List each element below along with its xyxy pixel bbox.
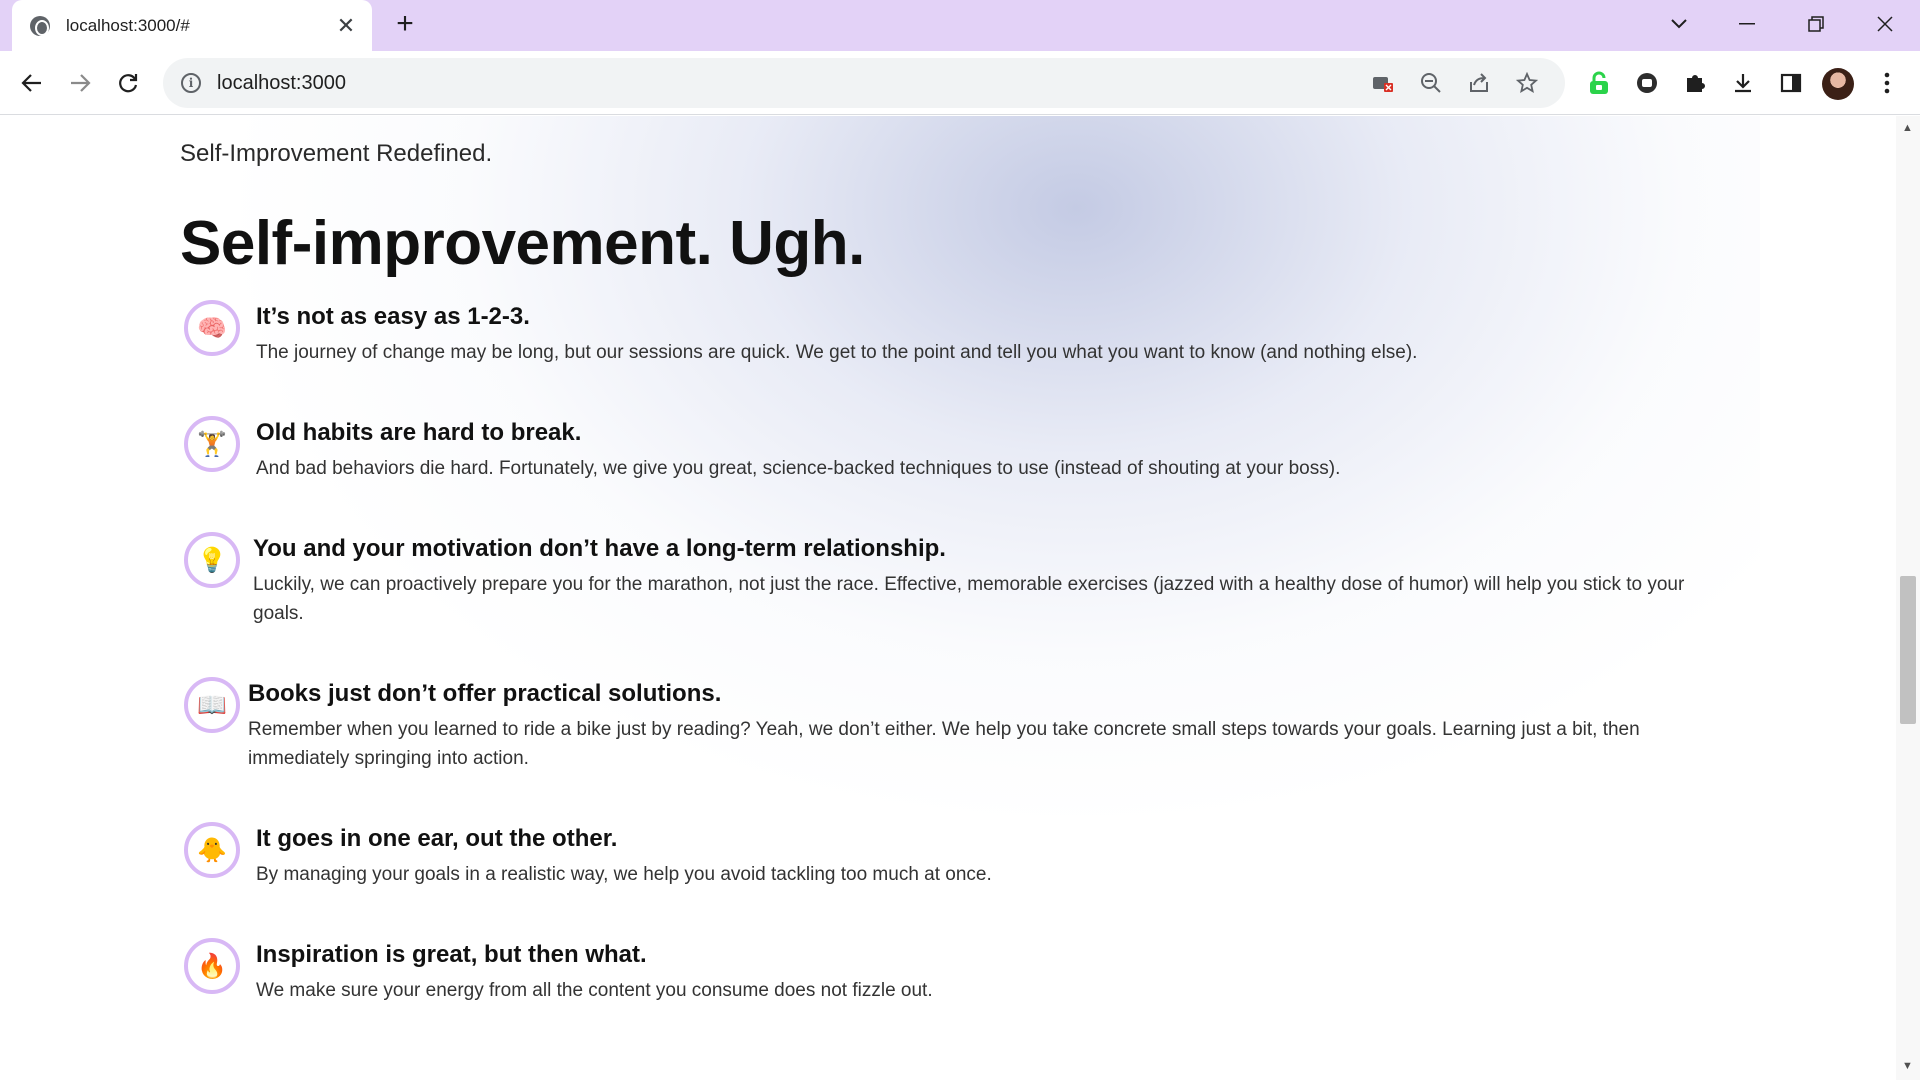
- item-title: Books just don’t offer practical solutio…: [248, 680, 722, 707]
- camera-off-icon[interactable]: [1363, 63, 1403, 103]
- item-title: Inspiration is great, but then what.: [256, 941, 647, 968]
- forward-button[interactable]: [62, 65, 98, 101]
- restore-icon: [1808, 16, 1824, 32]
- url-text[interactable]: localhost:3000: [217, 72, 1355, 95]
- page-scrollbar[interactable]: ▲ ▼: [1896, 116, 1920, 1080]
- page-headline: Self-improvement. Ugh.: [180, 209, 865, 278]
- reload-icon: [119, 74, 138, 93]
- item-title: It’s not as easy as 1-2-3.: [256, 303, 530, 330]
- scrollbar-thumb[interactable]: [1900, 576, 1916, 724]
- tab-strip: localhost:3000/# ✕ +: [0, 0, 1920, 51]
- scroll-down-arrow-icon[interactable]: ▼: [1902, 1060, 1913, 1072]
- item-description: We make sure your energy from all the co…: [256, 980, 933, 1001]
- item-description: Luckily, we can proactively prepare you …: [253, 574, 1685, 624]
- minimize-icon: [1739, 23, 1755, 25]
- item-description: And bad behaviors die hard. Fortunately,…: [256, 458, 1341, 479]
- browser-tab[interactable]: localhost:3000/# ✕: [12, 0, 372, 51]
- back-arrow-icon: [21, 74, 41, 92]
- tab-close-button[interactable]: ✕: [334, 13, 358, 39]
- item-title: It goes in one ear, out the other.: [256, 825, 618, 852]
- lock-extension-icon[interactable]: [1580, 64, 1618, 102]
- restore-button[interactable]: [1792, 6, 1840, 42]
- side-panel-icon[interactable]: [1772, 64, 1810, 102]
- browser-toolbar: i localhost:3000: [0, 51, 1920, 115]
- brain-icon: 🧠: [184, 300, 240, 356]
- menu-icon[interactable]: [1868, 64, 1906, 102]
- tab-search-button[interactable]: [1655, 6, 1703, 42]
- page-viewport: Self-Improvement Redefined. Self-improve…: [0, 116, 1896, 1080]
- item-description: The journey of change may be long, but o…: [256, 342, 1418, 363]
- media-extension-icon[interactable]: [1628, 64, 1666, 102]
- chick-icon: 🐥: [184, 822, 240, 878]
- bookmark-star-icon[interactable]: [1507, 63, 1547, 103]
- chevron-down-icon: [1671, 19, 1687, 29]
- site-info-icon[interactable]: i: [181, 73, 201, 93]
- close-icon: [1877, 16, 1893, 32]
- item-description: By managing your goals in a realistic wa…: [256, 864, 992, 885]
- globe-icon: [30, 15, 50, 36]
- extensions-puzzle-icon[interactable]: [1676, 64, 1714, 102]
- forward-arrow-icon: [71, 74, 91, 92]
- tab-title: localhost:3000/#: [66, 15, 190, 35]
- download-icon[interactable]: [1724, 64, 1762, 102]
- open-book-icon: 📖: [184, 677, 240, 733]
- weightlifter-icon: 🏋: [184, 416, 240, 472]
- tagline: Self-Improvement Redefined.: [180, 140, 493, 167]
- profile-avatar[interactable]: [1822, 68, 1854, 100]
- lightbulb-icon: 💡: [184, 532, 240, 588]
- share-icon[interactable]: [1459, 63, 1499, 103]
- address-bar[interactable]: i localhost:3000: [163, 58, 1565, 108]
- minimize-button[interactable]: [1723, 6, 1771, 42]
- reload-button[interactable]: [110, 65, 146, 101]
- scroll-up-arrow-icon[interactable]: ▲: [1902, 122, 1913, 134]
- back-button[interactable]: [14, 65, 50, 101]
- item-title: You and your motivation don’t have a lon…: [253, 535, 946, 562]
- item-description: Remember when you learned to ride a bike…: [248, 719, 1640, 769]
- close-window-button[interactable]: [1861, 6, 1909, 42]
- new-tab-button[interactable]: +: [388, 8, 422, 42]
- zoom-icon[interactable]: [1411, 63, 1451, 103]
- fire-icon: 🔥: [184, 938, 240, 994]
- item-title: Old habits are hard to break.: [256, 419, 582, 446]
